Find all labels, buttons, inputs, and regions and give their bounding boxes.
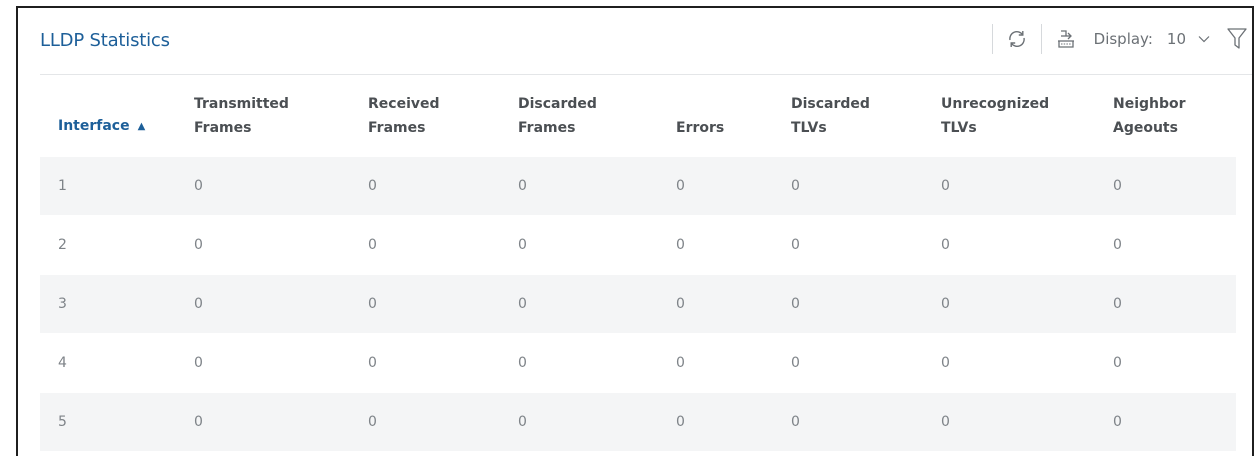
column-header-label: Discarded <box>518 95 597 112</box>
cell-interface: 1 <box>40 155 176 215</box>
sort-ascending-icon: ▲ <box>137 120 146 132</box>
lldp-statistics-table: Interface ▲ Transmitted Frames Received F… <box>40 76 1236 451</box>
column-header-label: Discarded <box>791 95 870 112</box>
table-row[interactable]: 5 0 0 0 0 0 0 0 <box>40 391 1236 451</box>
cell-neighbor-ageouts: 0 <box>1095 273 1236 333</box>
cell-transmitted-frames: 0 <box>176 214 350 274</box>
column-header-neighbor-ageouts[interactable]: Neighbor Ageouts <box>1095 76 1236 156</box>
column-header-interface[interactable]: Interface ▲ <box>40 76 176 156</box>
cell-discarded-frames: 0 <box>500 155 658 215</box>
column-header-unrecognized-tlvs[interactable]: Unrecognized TLVs <box>923 76 1095 156</box>
cell-received-frames: 0 <box>350 391 500 451</box>
cell-unrecognized-tlvs: 0 <box>923 391 1095 451</box>
export-icon <box>1057 30 1074 48</box>
column-header-label: Frames <box>194 119 252 136</box>
table-header-row: Interface ▲ Transmitted Frames Received F… <box>40 76 1236 156</box>
cell-errors: 0 <box>658 214 773 274</box>
column-header-label: Unrecognized <box>941 95 1050 112</box>
refresh-button[interactable] <box>993 22 1041 56</box>
column-header-label: Frames <box>368 119 426 136</box>
column-header-label: Neighbor <box>1113 95 1186 112</box>
cell-transmitted-frames: 0 <box>176 155 350 215</box>
toolbar: Display: 10 <box>991 22 1252 56</box>
cell-received-frames: 0 <box>350 332 500 392</box>
refresh-icon <box>1008 30 1025 48</box>
column-header-label: Frames <box>518 119 576 136</box>
column-header-errors[interactable]: Errors <box>658 76 773 156</box>
cell-unrecognized-tlvs: 0 <box>923 214 1095 274</box>
column-header-received-frames[interactable]: Received Frames <box>350 76 500 156</box>
cell-errors: 0 <box>658 391 773 451</box>
cell-interface: 2 <box>40 214 176 274</box>
cell-interface: 3 <box>40 273 176 333</box>
column-header-label: TLVs <box>941 119 977 136</box>
table-row[interactable]: 3 0 0 0 0 0 0 0 <box>40 273 1236 333</box>
cell-transmitted-frames: 0 <box>176 391 350 451</box>
cell-discarded-tlvs: 0 <box>773 391 923 451</box>
cell-neighbor-ageouts: 0 <box>1095 391 1236 451</box>
cell-unrecognized-tlvs: 0 <box>923 273 1095 333</box>
cell-errors: 0 <box>658 332 773 392</box>
cell-errors: 0 <box>658 273 773 333</box>
table-row[interactable]: 2 0 0 0 0 0 0 0 <box>40 214 1236 274</box>
display-count-select[interactable]: 10 <box>1167 30 1210 48</box>
cell-received-frames: 0 <box>350 273 500 333</box>
column-header-discarded-tlvs[interactable]: Discarded TLVs <box>773 76 923 156</box>
column-header-label: Transmitted <box>194 95 289 112</box>
display-label: Display: <box>1093 30 1153 48</box>
filter-button[interactable] <box>1222 22 1252 56</box>
cell-discarded-frames: 0 <box>500 273 658 333</box>
cell-discarded-tlvs: 0 <box>773 273 923 333</box>
cell-interface: 5 <box>40 391 176 451</box>
cell-discarded-tlvs: 0 <box>773 155 923 215</box>
chevron-down-icon <box>1198 36 1210 43</box>
cell-discarded-frames: 0 <box>500 332 658 392</box>
column-header-label: Errors <box>676 119 725 136</box>
cell-neighbor-ageouts: 0 <box>1095 155 1236 215</box>
cell-transmitted-frames: 0 <box>176 273 350 333</box>
table-row[interactable]: 4 0 0 0 0 0 0 0 <box>40 332 1236 392</box>
panel-title: LLDP Statistics <box>40 30 170 51</box>
filter-icon <box>1227 28 1247 49</box>
export-button[interactable] <box>1042 22 1090 56</box>
cell-received-frames: 0 <box>350 155 500 215</box>
panel-header: LLDP Statistics Display: 10 <box>18 8 1252 76</box>
cell-unrecognized-tlvs: 0 <box>923 332 1095 392</box>
column-header-discarded-frames[interactable]: Discarded Frames <box>500 76 658 156</box>
cell-transmitted-frames: 0 <box>176 332 350 392</box>
table-row[interactable]: 1 0 0 0 0 0 0 0 <box>40 155 1236 215</box>
lldp-statistics-panel: LLDP Statistics Display: 10 Interface ▲ … <box>16 6 1254 456</box>
cell-discarded-frames: 0 <box>500 391 658 451</box>
cell-discarded-tlvs: 0 <box>773 214 923 274</box>
cell-interface: 4 <box>40 332 176 392</box>
header-divider <box>40 74 1252 75</box>
cell-neighbor-ageouts: 0 <box>1095 214 1236 274</box>
display-count-value: 10 <box>1166 30 1186 48</box>
cell-errors: 0 <box>658 155 773 215</box>
cell-discarded-tlvs: 0 <box>773 332 923 392</box>
cell-received-frames: 0 <box>350 214 500 274</box>
column-header-label: Ageouts <box>1113 119 1178 136</box>
column-header-label: TLVs <box>791 119 827 136</box>
cell-neighbor-ageouts: 0 <box>1095 332 1236 392</box>
column-header-transmitted-frames[interactable]: Transmitted Frames <box>176 76 350 156</box>
column-header-label: Received <box>368 95 440 112</box>
cell-unrecognized-tlvs: 0 <box>923 155 1095 215</box>
column-header-label: Interface <box>58 117 130 134</box>
cell-discarded-frames: 0 <box>500 214 658 274</box>
